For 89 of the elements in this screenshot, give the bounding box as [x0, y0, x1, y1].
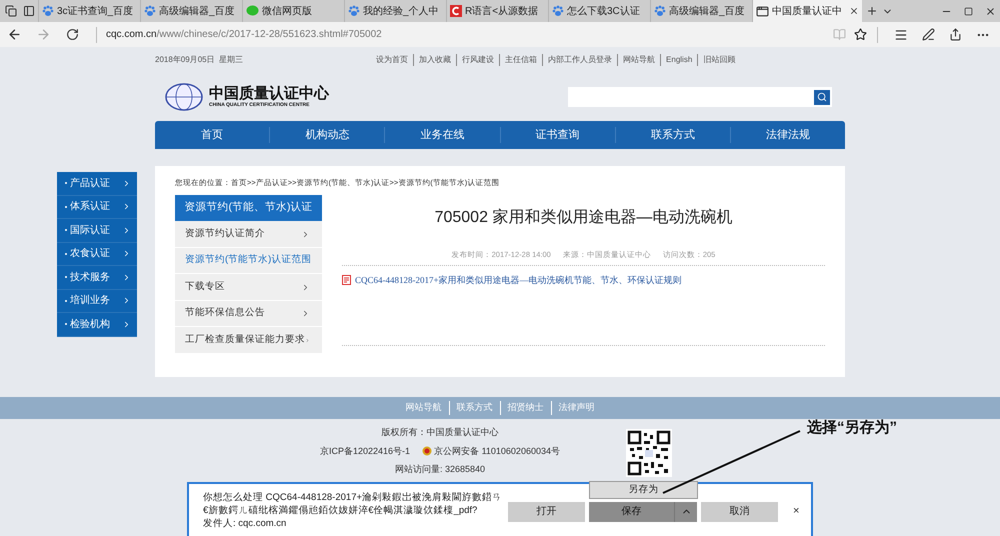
paw-icon — [348, 5, 360, 17]
chevron-right-icon — [122, 178, 131, 188]
close-button[interactable]: × — [793, 503, 800, 520]
submenu-item[interactable]: 资源节约(节能节水)认证范围 — [175, 248, 322, 274]
paw-icon — [654, 5, 666, 17]
nav-item[interactable]: 机构动态 — [269, 126, 384, 144]
visit-count: 网站访问量: 32685840 — [394, 463, 486, 476]
tab-title: 3c证书查询_百度 — [57, 4, 134, 18]
date-text: 2018年09月05日 星期三 — [155, 54, 244, 66]
nav-item[interactable]: 业务在线 — [384, 126, 500, 144]
top-link[interactable]: 行风建设 — [456, 54, 500, 66]
article-title: 705002 家用和类似用途电器—电动洗碗机 — [434, 208, 734, 228]
download-message: 你想怎么处理 CQC64-448128-2017+瀹剁敤鍜岀被浼肩敤閫斿數鍣ㄢ€旂數鍔ㄦ礂纰楁満鑺傝兘銆佽妭姘淬€佺幆淇濊璇佽鍒檁_pdf? — [203, 490, 503, 516]
tab-title: R语言<从源数据 — [465, 4, 538, 18]
nav-item[interactable]: 法律法规 — [730, 126, 846, 144]
chevron-right-icon — [122, 296, 131, 306]
chevron-right-icon — [301, 282, 310, 292]
new-tab-icon[interactable] — [866, 5, 878, 17]
chevron-right-icon — [122, 249, 131, 258]
paw-icon — [552, 5, 564, 17]
top-link[interactable]: 网站导航 — [617, 54, 660, 66]
submenu-item[interactable]: 节能环保信息公告 — [175, 300, 322, 328]
app-logo-icon — [450, 5, 462, 17]
tab-title: 微信网页版 — [262, 4, 312, 18]
logo-icon — [165, 83, 203, 111]
share-icon[interactable] — [949, 28, 962, 41]
tab-title: 高级编辑器_百度 — [669, 4, 745, 18]
icp-text: 京ICP备12022416号-1 — [320, 444, 410, 458]
chevron-right-icon — [301, 309, 310, 318]
top-link[interactable]: 设为首页 — [371, 54, 414, 66]
paw-icon — [42, 5, 54, 17]
submenu-item[interactable]: 工厂检查质量保证能力要求 — [175, 327, 322, 354]
pdf-icon — [342, 275, 351, 286]
chevron-right-icon — [122, 272, 131, 282]
top-link[interactable]: 主任信箱 — [499, 54, 542, 66]
chevron-right-icon — [122, 202, 131, 212]
star-icon[interactable] — [854, 28, 867, 41]
refresh-icon[interactable] — [66, 28, 79, 41]
attachment-link[interactable]: CQC64-448128-2017+家用和类似用途电器—电动洗碗机节能、节水、环保认证规则 — [355, 274, 682, 287]
submenu-item[interactable]: 资源节约认证简介 — [175, 221, 322, 248]
nav-item[interactable]: 联系方式 — [614, 126, 730, 144]
chevron-right-icon — [122, 226, 131, 235]
side-menu-item[interactable]: 培训业务 — [57, 290, 137, 313]
restore-icon[interactable] — [964, 6, 973, 16]
side-menu-item[interactable]: 国际认证 — [57, 219, 137, 242]
chevron-right-icon — [301, 230, 310, 238]
top-link[interactable]: 加入收藏 — [413, 54, 456, 66]
search-field[interactable] — [568, 87, 832, 107]
save-as-menu-item[interactable]: 另存为 — [589, 481, 698, 499]
close-icon[interactable] — [985, 6, 996, 16]
tab-title: 中国质量认证中 — [772, 4, 842, 18]
open-button[interactable]: 打开 — [508, 502, 585, 522]
submenu-header: 资源节约(节能、节水)认证 — [175, 195, 322, 222]
side-menu-item[interactable]: 体系认证 — [57, 196, 137, 219]
hub-icon[interactable] — [894, 28, 908, 42]
tab-title: 我的经验_个人中 — [363, 4, 439, 18]
search-button[interactable] — [814, 90, 830, 104]
side-menu-item[interactable]: 检验机构 — [57, 313, 137, 336]
copyright-text: 版权所有：中国质量认证中心 — [381, 426, 498, 439]
chevron-right-icon — [122, 320, 131, 329]
logo-name: 中国质量认证中心 — [209, 85, 329, 102]
paw-icon — [144, 5, 156, 17]
top-link[interactable]: English — [660, 54, 698, 66]
top-link[interactable]: 内部工作人员登录 — [542, 54, 618, 66]
tab-title: 高级编辑器_百度 — [159, 4, 235, 18]
page-icon — [756, 4, 769, 18]
police-badge-icon — [422, 446, 432, 456]
nav-item[interactable]: 证书查询 — [500, 126, 615, 144]
tab-preview-icon[interactable] — [5, 5, 17, 17]
download-sender: 发件人: cqc.com.cn — [203, 516, 288, 530]
pen-icon[interactable] — [922, 28, 935, 41]
tab-title: 怎么下载3C认证 — [567, 4, 640, 18]
side-menu-item[interactable]: 技术服务 — [57, 266, 137, 290]
submenu-item[interactable]: 下载专区 — [175, 274, 322, 301]
back-icon[interactable] — [7, 27, 22, 42]
close-icon[interactable] — [849, 6, 859, 16]
search-icon — [817, 92, 827, 102]
annotation-label: 选择“另存为” — [807, 418, 897, 438]
chat-bubble-icon — [246, 5, 259, 17]
url-field[interactable]: cqc.com.cn/www/chinese/c/2017-12-28/551623.shtml#705002 — [106, 27, 382, 42]
top-link[interactable]: 旧站回顾 — [697, 54, 740, 66]
set-aside-icon[interactable] — [23, 5, 35, 17]
cancel-button[interactable]: 取消 — [701, 502, 778, 522]
nav-item[interactable]: 首页 — [155, 126, 270, 144]
qr-code-icon — [626, 429, 672, 477]
police-record-text: 京公网安备 11010602060034号 — [434, 444, 560, 458]
side-menu-item[interactable]: 农食认证 — [57, 242, 137, 266]
browser-tab[interactable]: 中国质量认证中 — [752, 0, 862, 22]
side-menu-item[interactable]: 产品认证 — [57, 172, 137, 196]
